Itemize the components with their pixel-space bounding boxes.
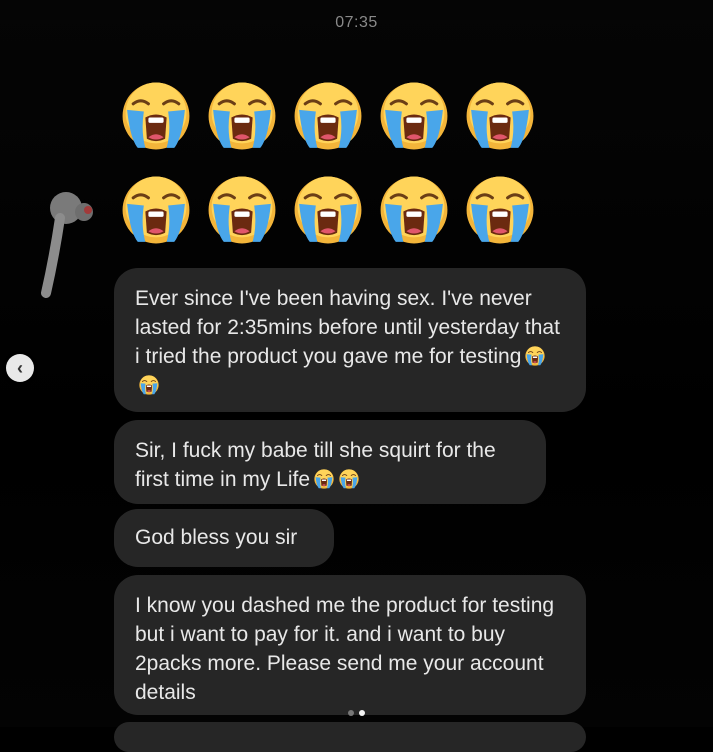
emoji-row-1	[118, 78, 538, 154]
loudly-crying-face-icon	[290, 172, 366, 248]
loudly-crying-face-icon	[313, 468, 335, 490]
loudly-crying-face-icon	[376, 172, 452, 248]
loudly-crying-face-icon	[204, 172, 280, 248]
message-text-1: Ever since I've been having sex. I've ne…	[135, 287, 560, 368]
message-text-4: I know you dashed me the product for tes…	[135, 594, 555, 704]
message-text-3: God bless you sir	[135, 526, 298, 549]
loudly-crying-face-icon	[118, 78, 194, 154]
loudly-crying-face-icon	[138, 374, 160, 396]
message-bubble-2: Sir, I fuck my babe till she squirt for …	[114, 420, 546, 504]
message-bubble-4: I know you dashed me the product for tes…	[114, 575, 586, 715]
carousel-prev-button[interactable]: ‹	[6, 354, 34, 382]
emoji-row-2	[118, 172, 538, 248]
chat-screenshot: 07:35 ‹ Ever since I've been having sex.…	[0, 0, 713, 752]
message-timestamp: 07:35	[335, 14, 378, 31]
loudly-crying-face-icon	[462, 78, 538, 154]
loudly-crying-face-icon	[338, 468, 360, 490]
message-2-emojis	[310, 468, 360, 491]
message-bubble-1: Ever since I've been having sex. I've ne…	[114, 268, 586, 412]
loudly-crying-face-icon	[462, 172, 538, 248]
carousel-dot[interactable]	[359, 710, 365, 716]
sender-avatar	[36, 188, 100, 298]
message-bubble-3: God bless you sir	[114, 509, 334, 567]
carousel-dots	[0, 710, 713, 716]
loudly-crying-face-icon	[204, 78, 280, 154]
loudly-crying-face-icon	[376, 78, 452, 154]
loudly-crying-face-icon	[118, 172, 194, 248]
loudly-crying-face-icon	[290, 78, 366, 154]
carousel-dot[interactable]	[348, 710, 354, 716]
loudly-crying-face-icon	[524, 345, 546, 367]
